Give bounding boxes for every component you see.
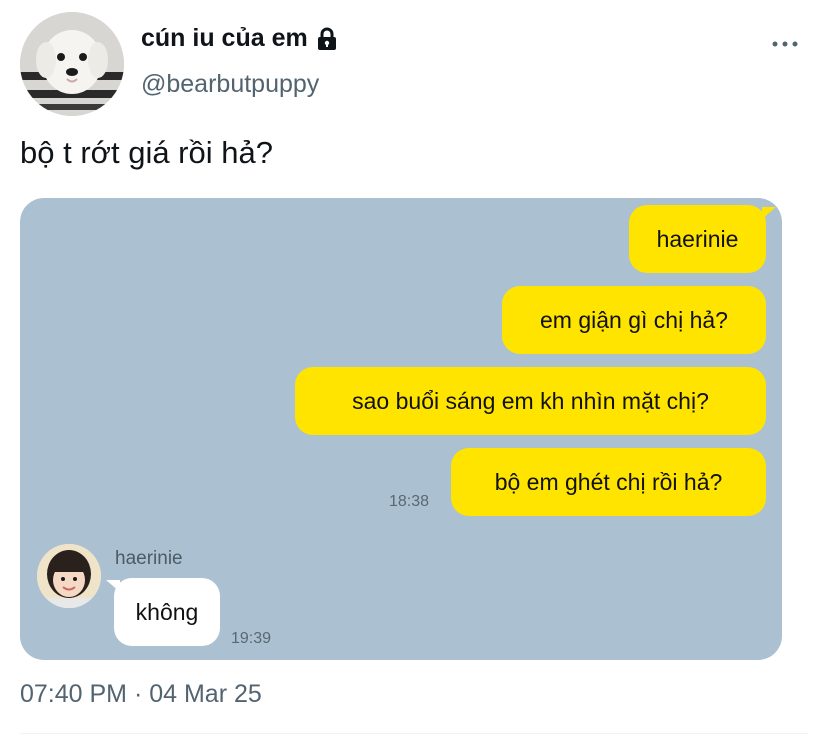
- bubble-tail-icon: [762, 207, 776, 219]
- received-time: 19:39: [231, 630, 272, 647]
- tweet-text: bộ t rớt giá rồi hả?: [20, 135, 273, 170]
- sent-message-bubble: bộ em ghét chị rồi hả?: [451, 448, 766, 516]
- message-text: haerinie: [656, 225, 739, 252]
- author-avatar[interactable]: [20, 12, 124, 116]
- sent-time: 18:38: [389, 493, 430, 510]
- author-name[interactable]: cún iu của em: [141, 24, 340, 53]
- tweet-media-chat-screenshot[interactable]: haerinie em giận gì chị hả? sao buổi sán…: [20, 198, 782, 660]
- sent-message-bubble: sao buổi sáng em kh nhìn mặt chị?: [295, 367, 766, 435]
- sender-avatar: [37, 544, 101, 608]
- author-display-name: cún iu của em: [141, 24, 308, 52]
- sent-message-bubble: haerinie: [629, 205, 776, 273]
- author-handle[interactable]: @bearbutpuppy: [141, 70, 319, 99]
- message-text: bộ em ghét chị rồi hả?: [494, 468, 723, 495]
- more-options-icon[interactable]: [770, 38, 800, 50]
- tweet-timestamp[interactable]: 07:40 PM · 04 Mar 25: [20, 680, 262, 709]
- puppy-avatar-icon: [20, 12, 124, 116]
- lock-icon: [317, 27, 336, 50]
- girl-avatar-icon: [37, 544, 101, 608]
- bubble-tail-icon: [106, 580, 120, 592]
- divider: [20, 733, 808, 734]
- message-text: sao buổi sáng em kh nhìn mặt chị?: [352, 387, 709, 414]
- sender-name: haerinie: [115, 548, 183, 569]
- received-message-bubble: không: [106, 578, 220, 646]
- sent-message-bubble: em giận gì chị hả?: [502, 286, 766, 354]
- message-text: em giận gì chị hả?: [540, 306, 728, 333]
- message-text: không: [135, 598, 199, 625]
